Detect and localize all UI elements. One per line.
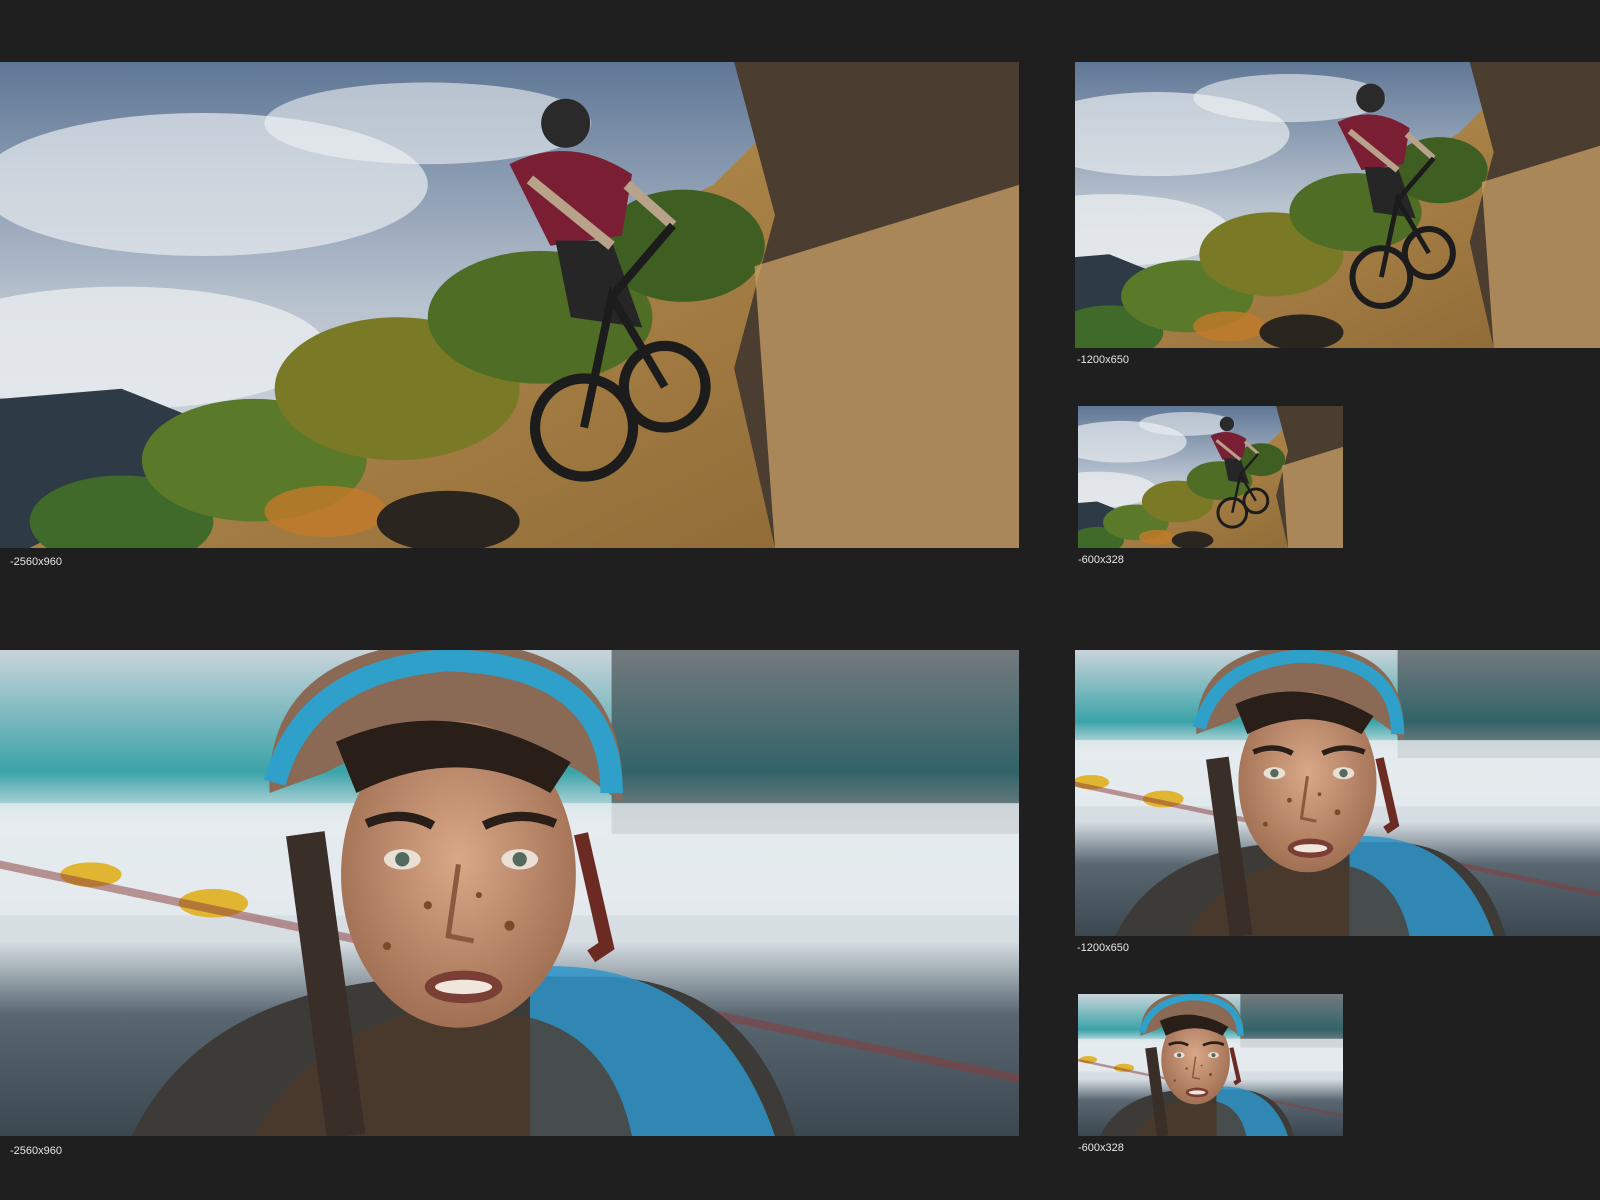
bike-photo-image	[0, 62, 1019, 548]
bike-photo-large	[0, 62, 1019, 548]
portrait-photo-image	[1078, 994, 1343, 1136]
portrait-photo-large	[0, 650, 1019, 1136]
portrait-photo-small	[1078, 994, 1343, 1136]
portrait-photo-medium	[1075, 650, 1600, 936]
bike-photo-medium	[1075, 62, 1600, 348]
size-label-large: -2560x960	[10, 556, 62, 568]
bike-photo-small	[1078, 406, 1343, 548]
bike-photo-image	[1075, 62, 1600, 348]
portrait-photo-image	[0, 650, 1019, 1136]
size-label-medium: -1200x650	[1077, 942, 1129, 954]
bike-photo-image	[1078, 406, 1343, 548]
size-label-medium: -1200x650	[1077, 354, 1129, 366]
size-label-large: -2560x960	[10, 1145, 62, 1157]
portrait-photo-image	[1075, 650, 1600, 936]
size-label-small: -600x328	[1078, 554, 1124, 566]
size-label-small: -600x328	[1078, 1142, 1124, 1154]
